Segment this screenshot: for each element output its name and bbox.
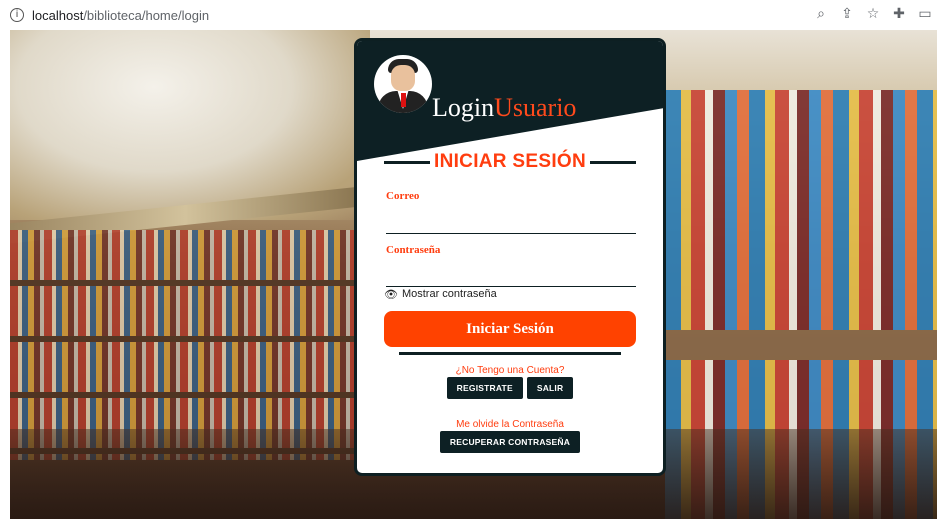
no-account-text: ¿No Tengo una Cuenta? — [455, 365, 565, 376]
email-label: Correo — [386, 190, 420, 202]
divider — [399, 352, 621, 355]
brand-part1: Login — [432, 93, 495, 122]
heading-text: INICIAR SESIÓN — [434, 151, 586, 172]
info-icon[interactable]: i — [10, 8, 24, 22]
login-heading: INICIAR SESIÓN — [384, 151, 636, 173]
email-field: Correo — [386, 190, 636, 234]
eye-icon[interactable]: 👁 — [384, 289, 398, 300]
password-input[interactable] — [386, 262, 636, 284]
url-host: localhost — [32, 7, 84, 23]
account-actions: REGISTRATE SALIR — [357, 377, 663, 399]
bookshelf-left — [10, 230, 355, 460]
browser-toolbar: ⌕ ⇪ ☆ ✚ ▭ — [813, 6, 933, 22]
zoom-icon[interactable]: ⌕ — [813, 6, 829, 22]
login-button[interactable]: Iniciar Sesión — [384, 311, 636, 347]
password-label: Contraseña — [386, 244, 441, 256]
register-button[interactable]: REGISTRATE — [446, 377, 523, 399]
recover-actions: RECUPERAR CONTRASEÑA — [357, 431, 663, 453]
exit-button[interactable]: SALIR — [526, 377, 574, 399]
url-path: /biblioteca/home/login — [83, 7, 210, 23]
forgot-password-text: Me olvide la Contraseña — [456, 419, 564, 430]
show-password-toggle[interactable]: 👁 Mostrar contraseña — [384, 288, 497, 300]
brand-part2: Usuario — [494, 93, 577, 122]
address-bar: i localhost/biblioteca/home/login ⌕ ⇪ ☆ … — [0, 0, 937, 30]
email-input[interactable] — [386, 208, 636, 230]
share-icon[interactable]: ⇪ — [839, 6, 855, 22]
extensions-icon[interactable]: ✚ — [891, 6, 907, 22]
user-avatar-icon — [374, 55, 432, 113]
url-field[interactable]: localhost/biblioteca/home/login — [32, 8, 209, 23]
recover-password-button[interactable]: RECUPERAR CONTRASEÑA — [439, 431, 581, 453]
show-password-label[interactable]: Mostrar contraseña — [402, 288, 497, 300]
heading-line-left — [384, 160, 430, 164]
heading-line-right — [590, 160, 636, 164]
login-card: LoginUsuario INICIAR SESIÓN Correo Contr… — [354, 38, 666, 476]
sidepanel-icon[interactable]: ▭ — [917, 6, 933, 22]
brand-title: LoginUsuario — [432, 93, 576, 123]
password-field: Contraseña — [386, 244, 636, 287]
star-icon[interactable]: ☆ — [865, 6, 881, 22]
